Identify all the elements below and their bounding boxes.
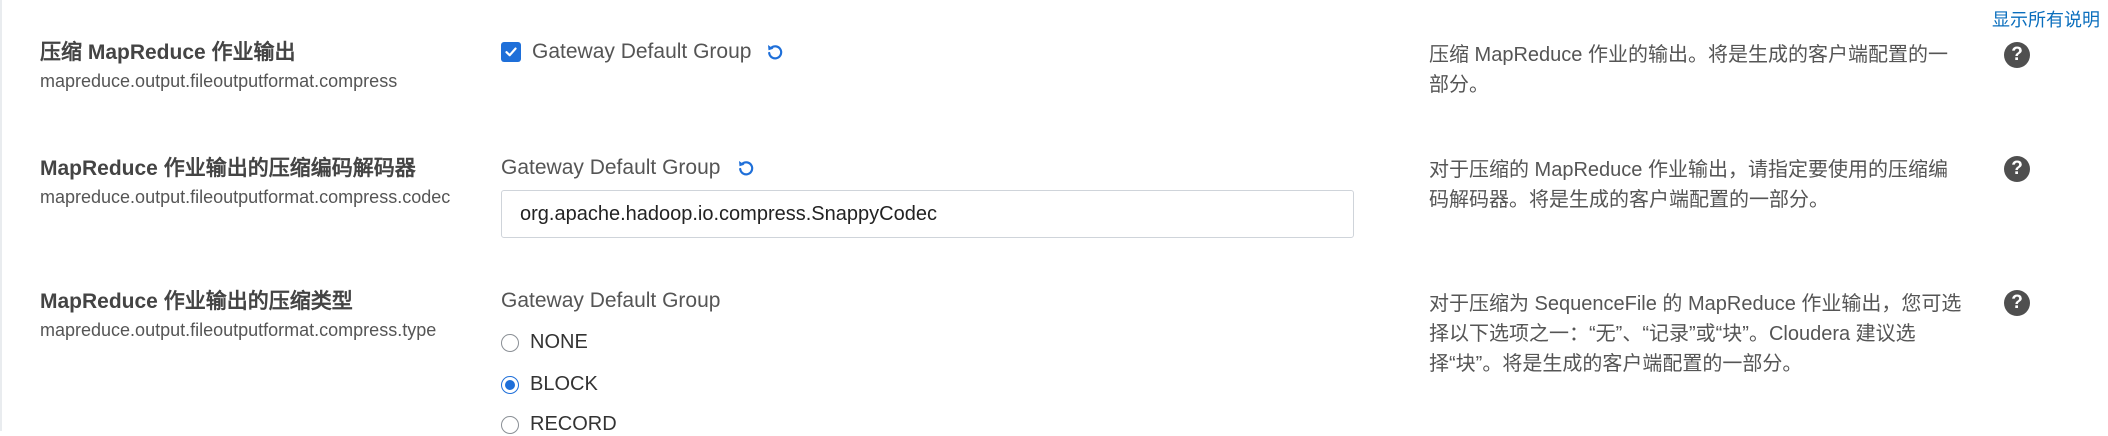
radio-option-block[interactable]: BLOCK xyxy=(501,373,598,396)
radio-button[interactable] xyxy=(501,333,519,352)
help-icon[interactable]: ? xyxy=(2004,156,2030,182)
setting-label: MapReduce 作业输出的压缩编码解码器 mapreduce.output.… xyxy=(40,156,450,209)
group-label: Gateway Default Group xyxy=(532,40,752,63)
radio-button-selected[interactable] xyxy=(501,375,519,394)
radio-option-record[interactable]: RECORD xyxy=(501,413,617,436)
codec-group-header: Gateway Default Group xyxy=(501,156,756,180)
radio-label: RECORD xyxy=(530,413,617,435)
setting-description: 对于压缩为 SequenceFile 的 MapReduce 作业输出，您可选择… xyxy=(1429,293,1962,375)
setting-title: MapReduce 作业输出的压缩类型 xyxy=(40,290,353,313)
setting-description: 压缩 MapReduce 作业的输出。将是生成的客户端配置的一部分。 xyxy=(1429,44,1948,96)
checkmark-icon xyxy=(505,47,517,57)
group-label: Gateway Default Group xyxy=(501,289,721,312)
undo-icon[interactable] xyxy=(765,42,785,62)
help-icon[interactable]: ? xyxy=(2004,42,2030,68)
setting-description: 对于压缩的 MapReduce 作业输出，请指定要使用的压缩编码解码器。将是生成… xyxy=(1429,159,1948,211)
setting-title: 压缩 MapReduce 作业输出 xyxy=(40,41,296,64)
codec-input[interactable]: org.apache.hadoop.io.compress.SnappyCode… xyxy=(501,190,1354,238)
undo-icon[interactable] xyxy=(736,158,756,178)
compress-group-control: Gateway Default Group xyxy=(501,40,785,64)
compress-type-group-header: Gateway Default Group xyxy=(501,289,720,313)
compress-checkbox[interactable] xyxy=(501,42,521,62)
setting-key: mapreduce.output.fileoutputformat.compre… xyxy=(40,71,398,91)
left-border xyxy=(0,0,2,431)
setting-label: 压缩 MapReduce 作业输出 mapreduce.output.fileo… xyxy=(40,40,397,93)
setting-key: mapreduce.output.fileoutputformat.compre… xyxy=(40,187,451,207)
setting-title: MapReduce 作业输出的压缩编码解码器 xyxy=(40,157,416,180)
radio-label: BLOCK xyxy=(530,373,598,395)
setting-label: MapReduce 作业输出的压缩类型 mapreduce.output.fil… xyxy=(40,289,436,342)
show-all-descriptions-link[interactable]: 显示所有说明 xyxy=(1992,6,2100,32)
group-label: Gateway Default Group xyxy=(501,156,721,179)
radio-option-none[interactable]: NONE xyxy=(501,331,588,354)
radio-label: NONE xyxy=(530,331,588,353)
help-icon[interactable]: ? xyxy=(2004,290,2030,316)
setting-key: mapreduce.output.fileoutputformat.compre… xyxy=(40,320,437,340)
